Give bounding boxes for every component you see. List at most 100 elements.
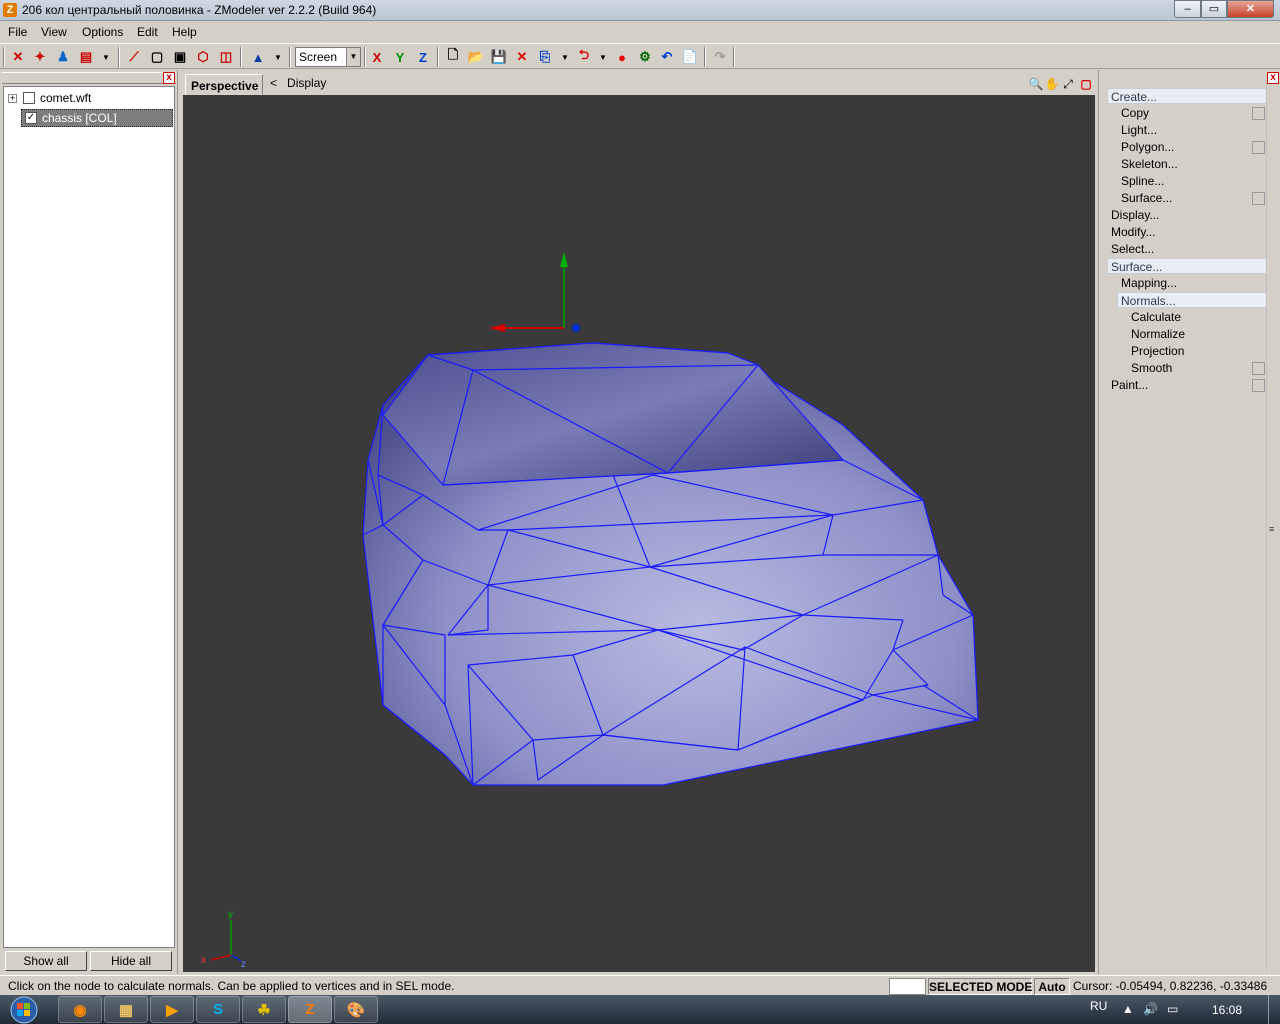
delete-icon[interactable]: ✕ — [512, 47, 532, 67]
tray-arrow-icon[interactable]: ▲ — [1122, 1002, 1134, 1016]
command-item[interactable]: Modify... — [1111, 224, 1267, 240]
visibility-checkbox[interactable] — [23, 92, 35, 104]
command-item[interactable]: Normalize — [1131, 326, 1267, 342]
import-icon[interactable]: ⎘ — [535, 47, 555, 67]
command-item[interactable]: Skeleton... — [1121, 156, 1267, 172]
clock[interactable]: 16:08 — [1212, 1003, 1242, 1017]
start-button[interactable] — [4, 995, 44, 1024]
maximize-view-icon[interactable]: ⤢ — [1060, 76, 1076, 92]
view-mode-select[interactable]: Screen ▼ — [295, 47, 361, 67]
volume-icon[interactable]: 🔊 — [1143, 1002, 1158, 1016]
option-box[interactable] — [1252, 362, 1265, 375]
menu-help[interactable]: Help — [172, 25, 197, 39]
scene-tree[interactable]: + comet.wft ✓ chassis [COL] — [3, 86, 175, 948]
option-box[interactable] — [1252, 379, 1265, 392]
paint-icon[interactable]: 🎨 — [334, 996, 378, 1023]
maximize-button[interactable]: ▭ — [1201, 0, 1227, 18]
undo-icon[interactable]: ↶ — [657, 47, 677, 67]
auto-indicator[interactable]: Auto — [1034, 978, 1070, 995]
command-item[interactable]: Paint... — [1111, 377, 1267, 393]
tree-item-comet[interactable]: + comet.wft — [8, 89, 91, 107]
back-button[interactable]: < — [270, 76, 277, 90]
dropdown-arrow-icon[interactable]: ▼ — [96, 47, 116, 67]
chevron-down-icon[interactable]: ▼ — [346, 48, 360, 66]
car-mesh[interactable] — [362, 342, 979, 786]
command-item[interactable]: Projection — [1131, 343, 1267, 359]
command-item[interactable]: Mapping... — [1121, 275, 1267, 291]
skype-icon[interactable]: S — [196, 996, 240, 1023]
show-desktop-button[interactable] — [1268, 995, 1280, 1024]
plugin-icon[interactable]: ☘ — [242, 996, 286, 1023]
option-box[interactable] — [1252, 107, 1265, 120]
zoom-icon[interactable]: 🔍 — [1028, 76, 1044, 92]
pan-icon[interactable]: ✋ — [1044, 76, 1060, 92]
command-item[interactable]: Polygon... — [1121, 139, 1267, 155]
firefox-icon[interactable]: ◉ — [58, 996, 102, 1023]
redo-icon[interactable]: ↷ — [710, 47, 730, 67]
object-mode-icon[interactable]: ◫ — [216, 47, 236, 67]
selected-mode-indicator[interactable]: SELECTED MODE — [928, 978, 1032, 995]
record-icon[interactable]: ● — [612, 47, 632, 67]
close-panel-icon[interactable]: x — [1267, 72, 1279, 84]
menu-options[interactable]: Options — [82, 25, 123, 39]
scroll-grip-icon[interactable]: ≡ — [1269, 524, 1274, 534]
command-item[interactable]: Normals... — [1117, 292, 1267, 308]
command-item[interactable]: Light... — [1121, 122, 1267, 138]
menu-edit[interactable]: Edit — [137, 25, 158, 39]
zmodeler-icon[interactable]: Z — [288, 996, 332, 1023]
close-button[interactable]: ✕ — [1227, 0, 1274, 18]
command-item[interactable]: Create... — [1107, 88, 1267, 104]
command-item[interactable]: Surface... — [1121, 190, 1267, 206]
export-icon[interactable]: ⮌ — [574, 47, 594, 67]
command-item[interactable]: Surface... — [1107, 258, 1267, 274]
language-indicator[interactable]: RU — [1090, 999, 1107, 1013]
figure-tool-icon[interactable]: ♟ — [53, 47, 73, 67]
explorer-icon[interactable]: ▦ — [104, 996, 148, 1023]
visibility-checkbox[interactable]: ✓ — [25, 112, 37, 124]
tab-perspective[interactable]: Perspective — [185, 74, 263, 95]
move-tool-icon[interactable]: ✦ — [30, 47, 50, 67]
command-item[interactable]: Spline... — [1121, 173, 1267, 189]
3d-viewport[interactable]: y x z — [183, 95, 1095, 972]
command-item[interactable]: Display... — [1111, 207, 1267, 223]
open-file-icon[interactable]: 📂 — [466, 47, 486, 67]
menu-file[interactable]: File — [8, 25, 27, 39]
dropdown-arrow-icon[interactable]: ▼ — [555, 47, 575, 67]
command-item[interactable]: Copy — [1121, 105, 1267, 121]
command-item[interactable]: Smooth — [1131, 360, 1267, 376]
save-file-icon[interactable]: 💾 — [489, 47, 509, 67]
command-item[interactable]: Select... — [1111, 241, 1267, 257]
box-mode-icon[interactable]: ▣ — [170, 47, 190, 67]
close-panel-icon[interactable]: x — [163, 72, 175, 84]
tree-item-chassis[interactable]: ✓ chassis [COL] — [21, 109, 173, 127]
dropdown-arrow-icon[interactable]: ▼ — [593, 47, 613, 67]
new-file-icon[interactable]: 🗋 — [443, 47, 463, 67]
normals-icon[interactable]: ▲ — [248, 47, 268, 67]
scrollbar[interactable]: ≡ — [1266, 84, 1279, 972]
media-player-icon[interactable]: ▶ — [150, 996, 194, 1023]
cube-mode-icon[interactable]: ▢ — [147, 47, 167, 67]
option-box[interactable] — [1252, 141, 1265, 154]
hide-all-button[interactable]: Hide all — [90, 951, 172, 971]
render-icon[interactable]: ⚙ — [635, 47, 655, 67]
breadcrumb-display[interactable]: Display — [287, 76, 326, 90]
vertex-mode-icon[interactable]: ⟋ — [124, 47, 144, 67]
command-item[interactable]: Calculate — [1131, 309, 1267, 325]
gizmo[interactable] — [489, 252, 580, 332]
network-icon[interactable]: ▭ — [1167, 1002, 1178, 1016]
viewport-canvas[interactable]: y x z — [183, 95, 1095, 972]
viewport-close-icon[interactable]: ▢ — [1078, 76, 1094, 92]
show-all-button[interactable]: Show all — [5, 951, 87, 971]
axis-z-toggle[interactable]: Z — [413, 47, 433, 67]
axis-x-toggle[interactable]: X — [367, 47, 387, 67]
polygon-mode-icon[interactable]: ⬡ — [193, 47, 213, 67]
hierarchy-tool-icon[interactable]: ▤ — [76, 47, 96, 67]
minimize-button[interactable]: – — [1174, 0, 1201, 18]
option-box[interactable] — [1252, 192, 1265, 205]
menu-view[interactable]: View — [41, 25, 67, 39]
dropdown-arrow-icon[interactable]: ▼ — [268, 47, 288, 67]
app-icon[interactable]: Z — [3, 3, 17, 17]
expand-icon[interactable]: + — [8, 93, 17, 103]
notes-icon[interactable]: 📄 — [680, 47, 700, 67]
select-tool-icon[interactable]: ✕ — [8, 47, 28, 67]
